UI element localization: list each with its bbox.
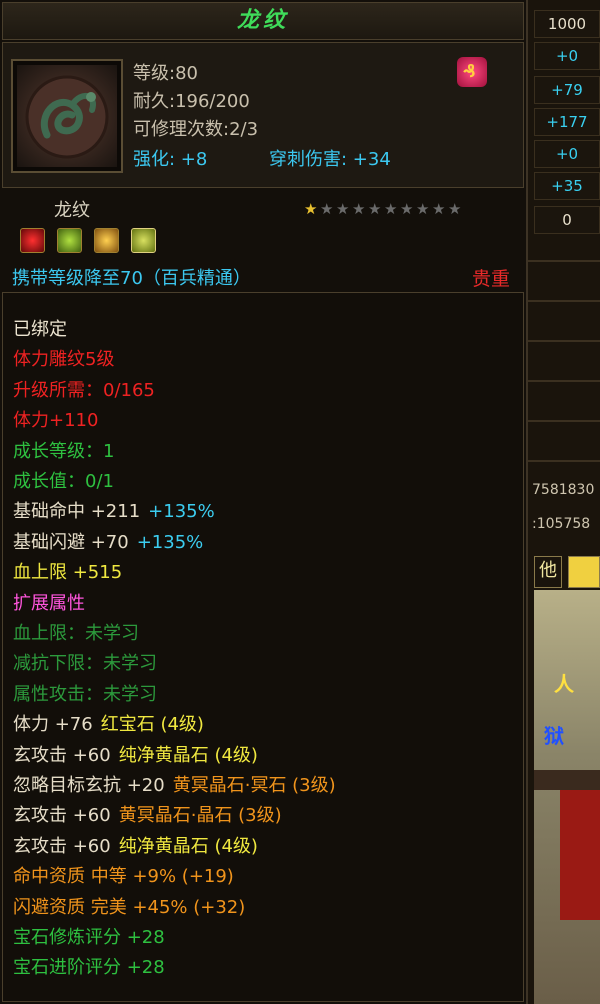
attribute-line: 命中资质 中等 +9% (+19) (13, 862, 234, 888)
attribute-text: 减抗下限：未学习 (13, 653, 157, 675)
lock-icon[interactable] (568, 556, 600, 588)
side-value-0: 1000 (534, 10, 600, 38)
attribute-line: 升级所需：0/165 (13, 376, 155, 402)
attribute-text: 闪避资质 完美 +45% (+32) (13, 896, 246, 918)
attribute-extra: +135% (148, 501, 215, 523)
attribute-line: 成长值：0/1 (13, 467, 114, 493)
attribute-line: 基础闪避 +70 +135% (13, 528, 203, 554)
side-value-4: +0 (534, 140, 600, 168)
attribute-text: 血上限 +515 (13, 562, 123, 584)
attribute-line: 基础命中 +211 +135% (13, 497, 215, 523)
attribute-text: 宝石进阶评分 +28 (13, 957, 165, 979)
star-empty-icon: ★ (320, 200, 334, 218)
attribute-text: 体力+110 (13, 410, 99, 432)
side-text-1: 7581830 (532, 482, 595, 498)
scene-text-2: 狱 (544, 724, 564, 748)
attribute-line: 体力+110 (13, 406, 98, 432)
item-level: 等级:80 (133, 63, 198, 84)
attribute-text: 基础闪避 +70 (13, 531, 129, 553)
star-empty-icon: ★ (336, 200, 350, 218)
attribute-text: 体力雕纹5级 (13, 349, 115, 371)
yellow-gem-icon (57, 228, 83, 253)
attribute-extra: 黄冥晶石·晶石 (3级) (118, 805, 282, 827)
attribute-extra: 红宝石 (4级) (100, 714, 204, 736)
item-repairs: 可修理次数:2/3 (133, 119, 259, 140)
attribute-line: 体力雕纹5级 (13, 345, 114, 371)
attribute-line: 闪避资质 完美 +45% (+32) (13, 893, 245, 919)
tab-other[interactable]: 他 (534, 556, 562, 588)
amber-gem-icon (94, 228, 120, 253)
attribute-text: 体力 +76 (13, 714, 93, 736)
attribute-line: 成长等级：1 (13, 437, 114, 463)
star-empty-icon: ★ (368, 200, 382, 218)
star-empty-icon: ★ (416, 200, 430, 218)
side-text-2: :105758 (532, 516, 591, 532)
side-value-2: +79 (534, 76, 600, 104)
attribute-text: 成长等级：1 (13, 440, 115, 462)
star-empty-icon: ★ (400, 200, 414, 218)
item-header: 等级:80 耐久:196/200 可修理次数:2/3 强化: +8 穿刺伤害: … (2, 42, 524, 188)
star-rating: ★ ★ ★ ★ ★ ★ ★ ★ ★ ★ (304, 199, 464, 218)
item-tooltip: 龙纹 等级:80 耐久:196/200 可修理次数:2/3 强化: +8 穿刺伤… (0, 0, 528, 1004)
carry-level-text: 携带等级降至70（百兵精通） (12, 268, 251, 289)
attribute-text: 命中资质 中等 +9% (+19) (13, 866, 234, 888)
side-value-6: 0 (534, 206, 600, 234)
red-gem-icon (20, 228, 45, 253)
star-empty-icon: ★ (432, 200, 446, 218)
item-name: 龙纹 (54, 200, 90, 221)
attribute-line: 忽略目标玄抗 +20 黄冥晶石·冥石 (3级) (13, 771, 336, 797)
star-filled-icon: ★ (304, 200, 318, 218)
attribute-text: 玄攻击 +60 (13, 835, 111, 857)
rarity-badge-icon: ₰ (457, 57, 487, 87)
attribute-text: 属性攻击：未学习 (13, 683, 157, 705)
attribute-text: 宝石修炼评分 +28 (13, 927, 165, 948)
dragon-pattern-icon (17, 65, 117, 167)
side-value-1: +0 (534, 42, 600, 70)
scene-text-1: 人 (554, 672, 574, 696)
side-value-5: +35 (534, 172, 600, 200)
attribute-line: 属性攻击：未学习 (13, 680, 157, 706)
attribute-line: 血上限 +515 (13, 558, 122, 584)
attribute-extra: +135% (136, 531, 204, 553)
item-icon-frame (11, 59, 123, 173)
attribute-line: 已绑定 (13, 315, 67, 341)
star-empty-icon: ★ (448, 200, 462, 218)
item-enhance: 强化: +8 (133, 149, 208, 170)
item-durability: 耐久:196/200 (133, 91, 250, 112)
attribute-line: 体力 +76 红宝石 (4级) (13, 710, 204, 736)
gem-slots (20, 228, 163, 257)
attribute-text: 玄攻击 +60 (13, 805, 111, 827)
pure-yellow-gem-icon (131, 228, 157, 253)
game-scene: 人 狱 (534, 590, 600, 1004)
attribute-extra: 纯净黄晶石 (4级) (118, 835, 258, 857)
attribute-text: 血上限：未学习 (13, 623, 139, 644)
item-title: 龙纹 (2, 2, 524, 40)
attribute-line: 玄攻击 +60 纯净黄晶石 (4级) (13, 741, 258, 767)
side-value-3: +177 (534, 108, 600, 136)
attribute-list: 已绑定体力雕纹5级升级所需：0/165 体力+110 成长等级：1 成长值：0/1 基础… (2, 292, 524, 1002)
attribute-line: 玄攻击 +60 黄冥晶石·晶石 (3级) (13, 801, 282, 827)
item-pierce: 穿刺伤害: +34 (269, 149, 391, 170)
attribute-line: 扩展属性 (13, 589, 85, 615)
attribute-text: 玄攻击 +60 (13, 744, 111, 766)
precious-label: 贵重 (472, 268, 511, 290)
attribute-text: 成长值：0/1 (13, 471, 114, 492)
attribute-text: 基础命中 +211 (13, 501, 141, 523)
attribute-extra: 纯净黄晶石 (4级) (118, 744, 258, 766)
attribute-line: 宝石修炼评分 +28 (13, 923, 165, 949)
attribute-line: 玄攻击 +60 纯净黄晶石 (4级) (13, 832, 258, 858)
attribute-text: 忽略目标玄抗 +20 (13, 775, 165, 796)
star-empty-icon: ★ (384, 200, 398, 218)
attribute-line: 血上限：未学习 (13, 619, 139, 645)
star-empty-icon: ★ (352, 200, 366, 218)
attribute-extra: 黄冥晶石·冥石 (3级) (172, 775, 336, 796)
attribute-line: 减抗下限：未学习 (13, 649, 157, 675)
attribute-text: 扩展属性 (13, 592, 85, 614)
attribute-text: 升级所需：0/165 (13, 379, 155, 401)
attribute-line: 宝石进阶评分 +28 (13, 953, 165, 979)
attribute-text: 已绑定 (13, 319, 67, 340)
